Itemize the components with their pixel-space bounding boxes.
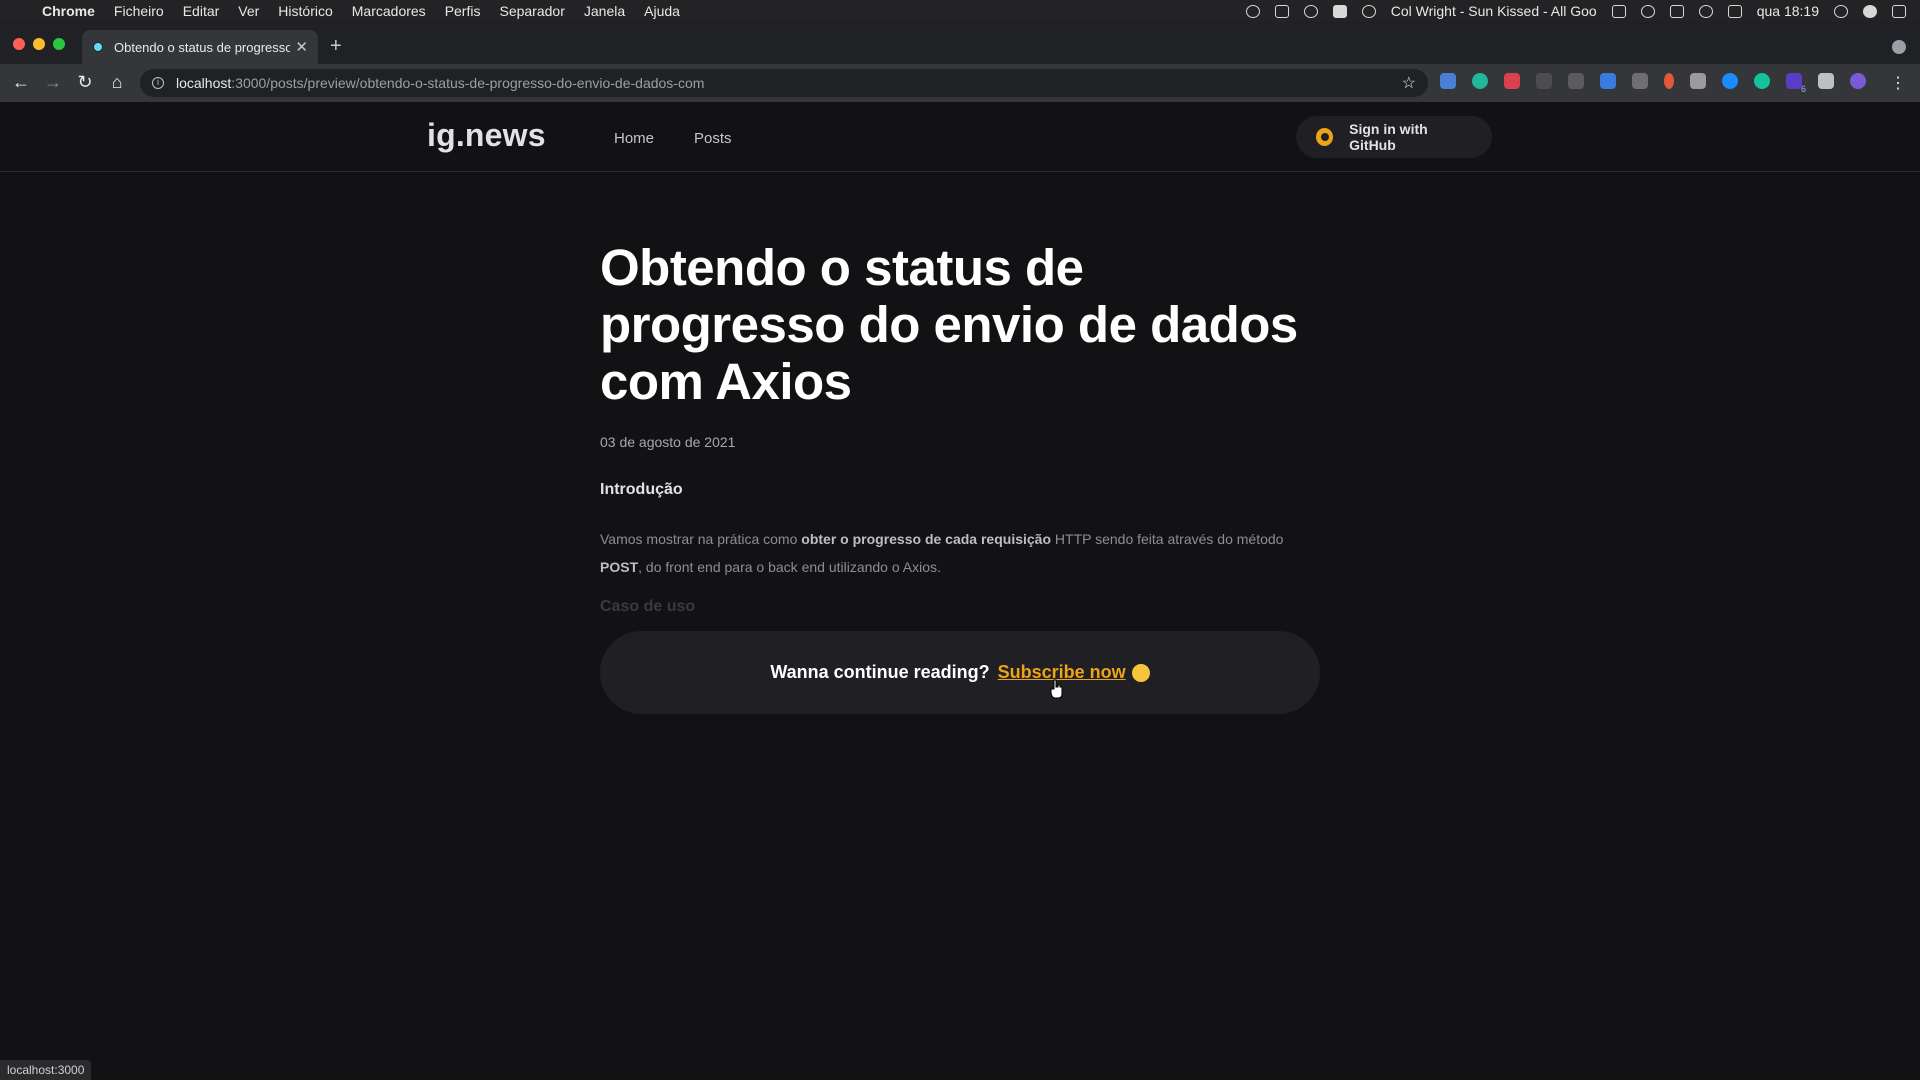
- menu-historico[interactable]: Histórico: [278, 3, 332, 19]
- post-section-heading: Introdução: [600, 481, 683, 498]
- badge-extension-icon[interactable]: 6: [1786, 73, 1806, 94]
- camera-extension-icon[interactable]: [1690, 73, 1706, 89]
- menu-ver[interactable]: Ver: [238, 3, 259, 19]
- cloud-sync-icon[interactable]: [1303, 4, 1318, 18]
- paragraph-text: Vamos mostrar na prática como: [600, 531, 802, 547]
- paragraph-bold: POST: [600, 559, 639, 575]
- siri-icon[interactable]: [1863, 4, 1877, 18]
- browser-tab-strip: Obtendo o status de progresso ✕ +: [0, 22, 1920, 64]
- address-bar[interactable]: i localhost:3000/posts/preview/obtendo-o…: [140, 69, 1428, 97]
- puzzle-extensions-icon[interactable]: [1818, 73, 1834, 89]
- paragraph-text: , do front end para o back end utilizand…: [638, 559, 941, 575]
- home-icon[interactable]: ⌂: [107, 73, 127, 91]
- capsule-extension-icon[interactable]: [1664, 73, 1674, 89]
- link-status-bubble: localhost:3000: [0, 1060, 92, 1080]
- post-paragraph: Vamos mostrar na prática como obter o pr…: [600, 525, 1320, 581]
- battery-icon[interactable]: [1611, 4, 1626, 18]
- continue-reading-banner: Wanna continue reading? Subscribe now: [600, 631, 1320, 714]
- volume-icon[interactable]: [1727, 4, 1742, 18]
- menu-editar[interactable]: Editar: [183, 3, 220, 19]
- site-info-icon[interactable]: i: [152, 77, 164, 89]
- reload-icon[interactable]: ↻: [75, 73, 95, 91]
- window-zoom-button[interactable]: [53, 38, 65, 50]
- menu-janela[interactable]: Janela: [584, 3, 625, 19]
- menubar-clock[interactable]: qua 18:19: [1757, 3, 1819, 19]
- post-preview: Obtendo o status de progresso do envio d…: [600, 172, 1320, 616]
- hugging-face-emoji-icon: [1131, 663, 1150, 682]
- paperclip-icon[interactable]: [1640, 4, 1655, 18]
- blue-extension-icon[interactable]: [1722, 73, 1738, 89]
- red-extension-icon[interactable]: [1504, 73, 1520, 89]
- menu-ficheiro[interactable]: Ficheiro: [114, 3, 164, 19]
- wifi-icon[interactable]: [1698, 4, 1713, 18]
- github-icon: [1316, 128, 1334, 146]
- bookmark-star-icon[interactable]: ☆: [1402, 73, 1416, 93]
- url-path: :3000/posts/preview/obtendo-o-status-de-…: [231, 75, 705, 91]
- spotify-icon[interactable]: [1361, 4, 1376, 18]
- continue-reading-text: Wanna continue reading?: [770, 662, 990, 682]
- chrome-menu-icon[interactable]: ⋮: [1890, 73, 1906, 93]
- browser-tab-active[interactable]: Obtendo o status de progresso ✕: [82, 30, 318, 64]
- now-playing-label[interactable]: Col Wright - Sun Kissed - All Goo: [1391, 3, 1597, 19]
- nav-posts-link[interactable]: Posts: [694, 130, 732, 147]
- translate-extension-icon[interactable]: [1440, 73, 1456, 89]
- extensions-row: 6: [1440, 73, 1882, 94]
- extension-badge-count: 6: [1800, 84, 1806, 94]
- profile-avatar[interactable]: [1850, 73, 1866, 89]
- control-center-icon[interactable]: [1892, 4, 1906, 18]
- hand-pointer-cursor-icon: [1050, 679, 1063, 699]
- pen-extension-icon[interactable]: [1632, 73, 1648, 89]
- menu-separador[interactable]: Separador: [499, 3, 564, 19]
- menu-ajuda[interactable]: Ajuda: [644, 3, 680, 19]
- paragraph-bold: obter o progresso de cada requisição: [801, 531, 1052, 547]
- tab-title: Obtendo o status de progresso: [114, 39, 290, 55]
- site-logo[interactable]: ig.news: [427, 117, 546, 154]
- post-title: Obtendo o status de progresso do envio d…: [600, 239, 1298, 410]
- site-header: ig.news Home Posts Sign in with GitHub: [0, 102, 1920, 172]
- back-arrow-icon[interactable]: ←: [11, 73, 31, 91]
- post-date: 03 de agosto de 2021: [600, 434, 736, 450]
- crop-extension-icon[interactable]: [1600, 73, 1616, 89]
- ruler-extension-icon[interactable]: [1568, 73, 1584, 89]
- spotlight-search-icon[interactable]: [1834, 4, 1848, 18]
- dropbox-icon[interactable]: [1274, 4, 1289, 18]
- forward-arrow-icon[interactable]: →: [43, 73, 63, 91]
- tab-close-icon[interactable]: ✕: [295, 38, 308, 56]
- notes-icon[interactable]: [1332, 4, 1347, 18]
- creative-cloud-icon[interactable]: [1245, 4, 1260, 18]
- grammarly-extension-icon[interactable]: [1754, 73, 1770, 89]
- window-close-button[interactable]: [13, 38, 25, 50]
- post-faded-heading: Caso de uso: [600, 598, 696, 615]
- paragraph-text: HTTP sendo feita através do método: [1051, 531, 1284, 547]
- url-host: localhost: [176, 75, 232, 91]
- m-extension-icon[interactable]: [1472, 73, 1488, 89]
- macos-menubar: Chrome Ficheiro Editar Ver Histórico Mar…: [0, 0, 1920, 22]
- airplay-icon[interactable]: [1669, 4, 1684, 18]
- code-extension-icon[interactable]: [1536, 73, 1552, 89]
- react-favicon-icon: [92, 41, 104, 53]
- menu-marcadores[interactable]: Marcadores: [352, 3, 426, 19]
- tab-search-icon[interactable]: [1892, 40, 1906, 54]
- sign-in-label: Sign in with GitHub: [1349, 121, 1428, 153]
- browser-toolbar: ← → ↻ ⌂ i localhost:3000/posts/preview/o…: [0, 64, 1920, 102]
- menu-perfis[interactable]: Perfis: [445, 3, 481, 19]
- menu-app-name[interactable]: Chrome: [42, 3, 95, 19]
- sign-in-github-button[interactable]: Sign in with GitHub: [1296, 116, 1492, 158]
- window-minimize-button[interactable]: [33, 38, 45, 50]
- new-tab-plus-icon[interactable]: +: [330, 36, 342, 56]
- nav-home-link[interactable]: Home: [614, 130, 654, 147]
